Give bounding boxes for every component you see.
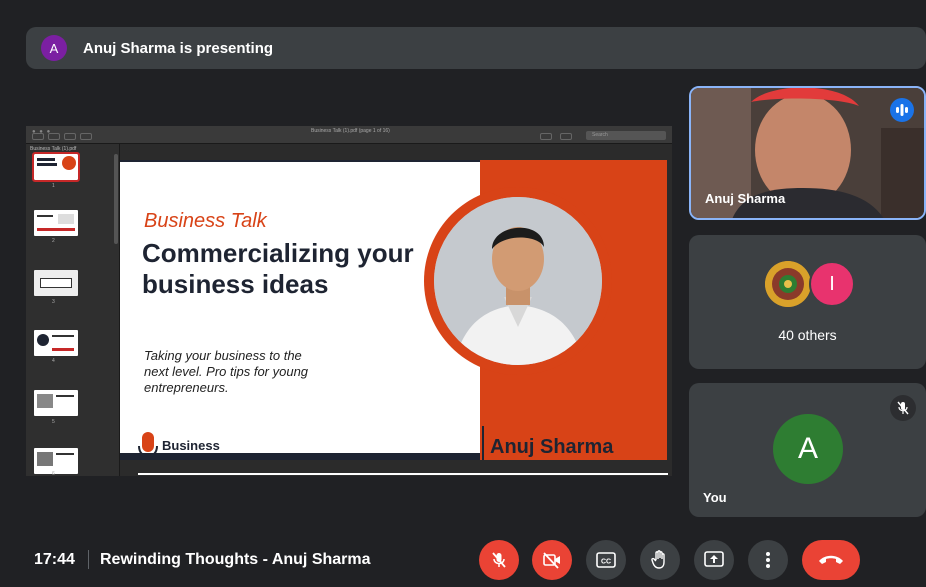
participant-avatar	[765, 261, 811, 307]
pdf-title: Business Talk (1).pdf (page 1 of 16)	[311, 128, 390, 134]
participant-avatar: I	[809, 261, 855, 307]
thumbnail-page-2	[34, 210, 78, 236]
thumbnail-panel: Business Talk (1).pdf 1 2 3 4 5 6	[26, 144, 120, 476]
thumbnail-number: 3	[52, 299, 55, 305]
thumbnail-page-5	[34, 390, 78, 416]
present-icon	[704, 551, 724, 567]
more-options-button[interactable]	[748, 540, 788, 580]
presentation-slide: Business Talk Commercializing your busin…	[120, 160, 667, 460]
svg-text:CC: CC	[601, 559, 611, 566]
zoom-out-icon	[48, 133, 60, 140]
thumbnail-page-1	[32, 152, 80, 182]
presenting-text: Anuj Sharma is presenting	[83, 39, 274, 57]
thumbnail-panel-title: Business Talk (1).pdf	[30, 146, 77, 152]
thumbnail-number: 6	[52, 471, 55, 476]
mic-toggle-button[interactable]	[479, 540, 519, 580]
presenter-avatar: A	[41, 35, 67, 61]
meet-window: A Anuj Sharma is presenting ● ● ● Busine…	[0, 0, 926, 587]
others-count: 40 others	[778, 327, 837, 343]
more-vert-icon	[766, 552, 770, 568]
thumbnail-page-3	[34, 270, 78, 296]
thumbnail-number: 5	[52, 419, 55, 425]
leave-call-button[interactable]	[802, 540, 860, 580]
participant-name: Anuj Sharma	[705, 191, 786, 206]
end-call-icon	[819, 555, 843, 564]
thumbnail-number: 4	[52, 358, 55, 364]
thumbnail-scrollbar	[114, 154, 118, 244]
captions-button[interactable]: CC	[586, 540, 626, 580]
camera-toggle-button[interactable]	[532, 540, 572, 580]
self-label: You	[703, 490, 727, 505]
captions-icon: CC	[596, 552, 616, 568]
zoom-in-icon	[64, 133, 76, 140]
presenting-banner: A Anuj Sharma is presenting	[26, 27, 926, 69]
pdf-search-field: Search	[586, 131, 666, 140]
thumbnail-number: 2	[52, 238, 55, 244]
thumbnail-page-6	[34, 448, 78, 474]
slide-kicker: Business Talk	[144, 210, 267, 232]
thumbnail-number: 1	[52, 183, 55, 189]
pdf-viewer-toolbar: ● ● ● Business Talk (1).pdf (page 1 of 1…	[26, 126, 672, 144]
self-avatar: A	[773, 414, 843, 484]
meeting-title: Rewinding Thoughts - Anuj Sharma	[100, 551, 371, 568]
microphone-icon	[138, 432, 158, 460]
sidebar-toggle-icon	[32, 133, 44, 140]
raise-hand-button[interactable]	[640, 540, 680, 580]
shared-screen[interactable]: ● ● ● Business Talk (1).pdf (page 1 of 1…	[26, 126, 672, 476]
participant-tile-self[interactable]: A You	[689, 383, 926, 517]
mic-off-icon	[492, 552, 506, 568]
participant-tile-others[interactable]: I 40 others	[689, 235, 926, 369]
present-screen-button[interactable]	[694, 540, 734, 580]
participant-tile-presenter[interactable]: Anuj Sharma	[689, 86, 926, 220]
slide-subtitle: Taking your business to the next level. …	[144, 348, 309, 395]
markup-icon	[540, 133, 552, 140]
rotate-icon	[560, 133, 572, 140]
thumbnail-page-4	[34, 330, 78, 356]
slide-brand: Business Talk	[162, 438, 220, 460]
slide-headline: Commercializing your business ideas	[142, 238, 414, 299]
meeting-clock: 17:44	[34, 551, 75, 568]
hand-icon	[651, 550, 665, 569]
slide-presenter-photo	[434, 197, 602, 365]
muted-mic-icon	[890, 395, 916, 421]
share-icon	[80, 133, 92, 140]
camera-off-icon	[543, 552, 560, 569]
speaking-indicator-icon	[890, 98, 914, 122]
slide-presenter-name: Anuj Sharma	[490, 436, 614, 458]
